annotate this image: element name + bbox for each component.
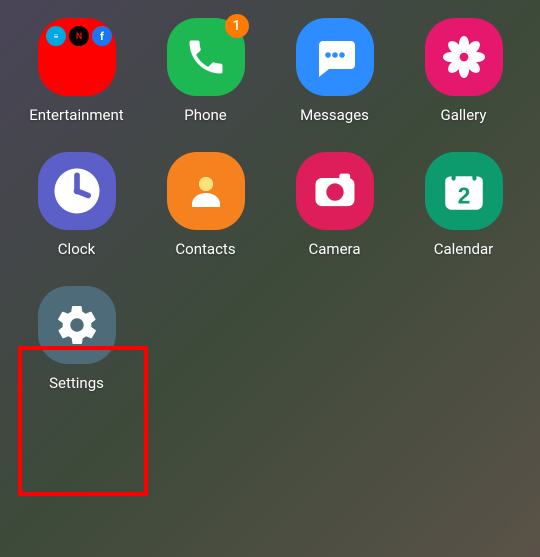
svg-text:N: N [75, 32, 81, 42]
app-label: Clock [58, 240, 95, 258]
phone-icon: 1 [167, 18, 245, 96]
app-contacts[interactable]: Contacts [151, 152, 260, 258]
notification-badge: 1 [225, 14, 249, 38]
app-label: Camera [309, 240, 361, 258]
gallery-icon [425, 18, 503, 96]
folder-contents: ≡ N f [46, 26, 112, 46]
gear-icon [38, 286, 116, 364]
app-label: Gallery [441, 106, 487, 124]
app-camera[interactable]: Camera [280, 152, 389, 258]
svg-text:≡: ≡ [53, 32, 58, 41]
folder-icon: ≡ N f [38, 18, 116, 96]
facebook-icon: f [92, 26, 112, 46]
app-phone[interactable]: 1 Phone [151, 18, 260, 124]
calendar-icon: 2 [425, 152, 503, 230]
app-label: Calendar [434, 240, 494, 258]
netflix-icon: N [69, 26, 89, 46]
svg-text:f: f [100, 30, 104, 42]
app-settings[interactable]: Settings [22, 286, 131, 392]
app-calendar[interactable]: 2 Calendar [409, 152, 518, 258]
app-messages[interactable]: Messages [280, 18, 389, 124]
app-gallery[interactable]: Gallery [409, 18, 518, 124]
app-grid: ≡ N f Entertainment 1 Phone Messages [0, 0, 540, 410]
prime-icon: ≡ [46, 26, 66, 46]
app-label: Phone [184, 106, 227, 124]
contacts-icon [167, 152, 245, 230]
calendar-day-number: 2 [457, 183, 470, 209]
clock-icon [38, 152, 116, 230]
app-entertainment[interactable]: ≡ N f Entertainment [22, 18, 131, 124]
app-label: Settings [49, 374, 104, 392]
app-label: Entertainment [29, 106, 123, 124]
app-label: Contacts [175, 240, 235, 258]
messages-icon [296, 18, 374, 96]
app-clock[interactable]: Clock [22, 152, 131, 258]
camera-icon [296, 152, 374, 230]
app-label: Messages [300, 106, 369, 124]
